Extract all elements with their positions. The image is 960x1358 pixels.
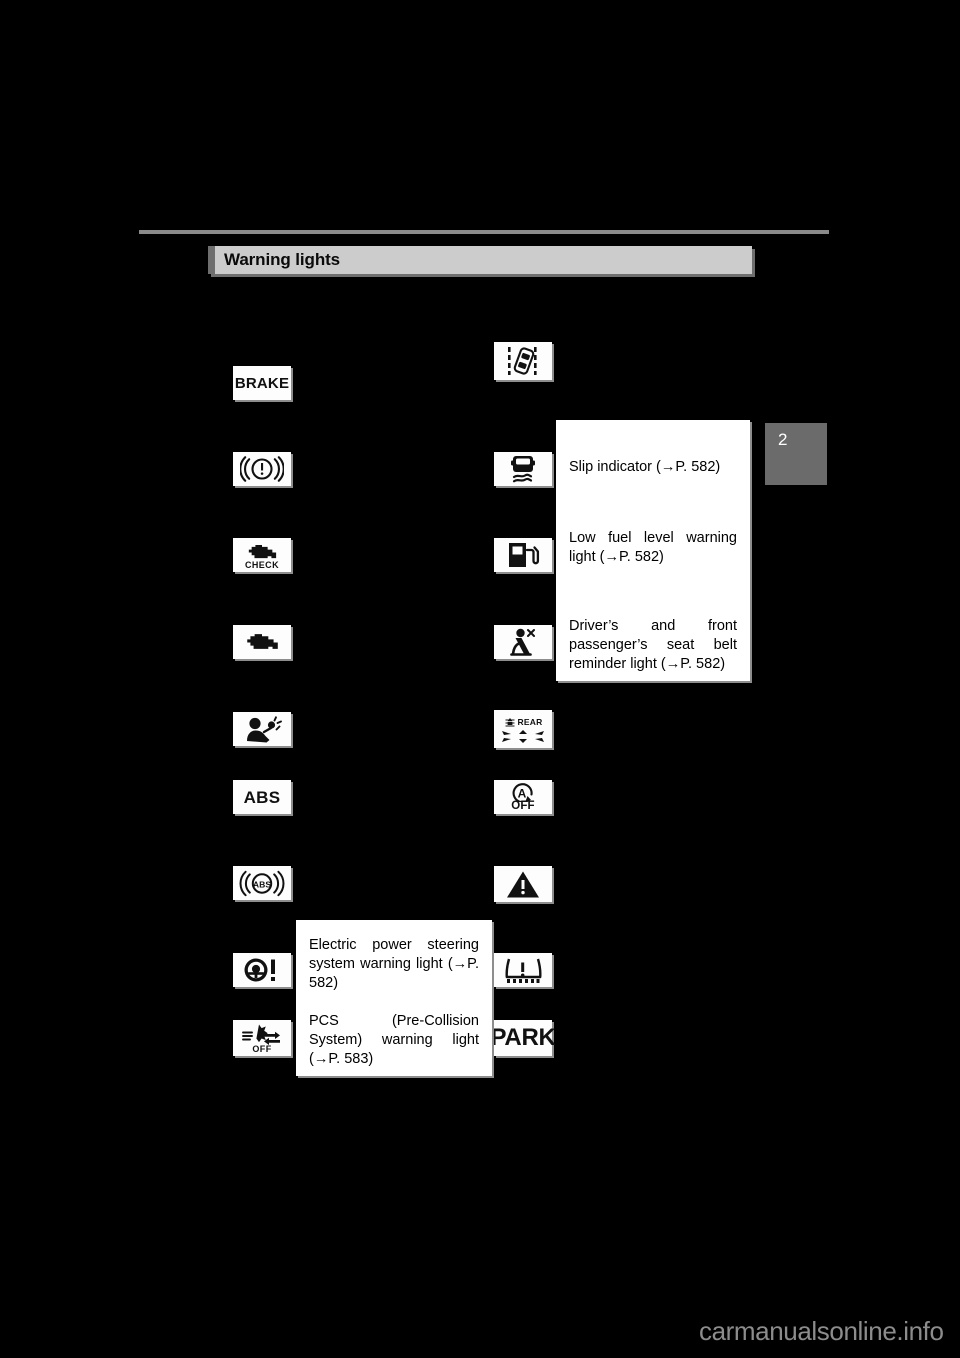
park-indicator-light-icon: PARK [490,1020,556,1056]
check-engine-light-icon: CHECK [233,538,291,572]
slip-indicator-light-icon [494,452,552,486]
svg-text:A: A [518,787,527,801]
brake-icon-label: BRAKE [234,374,290,392]
abs-label: ABS [243,787,281,807]
electric-power-steering-warning-light-icon [233,953,291,987]
page-title: Warning lights [224,250,341,269]
section-header-banner: Warning lights [208,246,752,274]
pcs-description: PCS (Pre-Collision System) warning light… [309,1013,479,1067]
rear-fog-light-indicator-icon: REAR [494,710,552,748]
engine-block-glyph [247,634,278,649]
tire-pressure-warning-light-icon [494,953,552,987]
rear-fog-rays-glyph [502,729,544,743]
tire-pressure-glyph [505,958,542,983]
brake-warning-circle-light-icon [233,452,291,486]
abs-circle-warning-light-icon: ABS [233,866,291,900]
site-watermark: carmanualsonline.info [699,1316,944,1346]
abs-circle-glyph: ABS [239,870,285,896]
check-label: CHECK [244,559,279,570]
pcs-pre-collision-system-off-light-icon: OFF [233,1020,291,1056]
header-rule [139,230,829,234]
park-label: PARK [490,1024,556,1051]
pcs-collision-glyph [242,1024,280,1045]
slip-car-glyph [511,456,535,483]
low-fuel-description: Low fuel level warning light (→P. 582) [569,530,737,565]
steering-wheel-glyph [244,958,275,982]
low-fuel-level-warning-light-icon [494,538,552,572]
banner-accent-bar [208,246,215,274]
manual-page: Warning lights 2 BRAKE CHECK ABS ABS OFF… [0,0,960,1358]
master-warning-light-icon [494,866,552,902]
right-description-box: Slip indicator (→P. 582) Low fuel level … [556,420,750,681]
chapter-tab: 2 [765,423,827,485]
rear-label: REAR [517,717,543,728]
auto-stop-off-label: OFF [511,800,535,813]
brake-circle-glyph [240,456,284,482]
brake-system-warning-light-icon: BRAKE [233,366,291,400]
chapter-number: 2 [778,430,788,449]
slip-indicator-description: Slip indicator (→P. 582) [569,459,721,475]
pcs-off-label: OFF [252,1044,272,1054]
seat-belt-reminder-description: Driver’s and front passenger’s seat belt… [569,618,737,672]
seat-belt-reminder-light-icon [494,625,552,659]
abs-text-warning-light-icon: ABS [233,780,291,814]
fuel-pump-glyph [509,543,540,567]
engine-malfunction-light-icon [233,625,291,659]
fog-lamp-glyph [505,717,515,726]
seatbelt-person-glyph [510,628,535,656]
auto-stop-a-glyph: A [512,783,533,803]
warning-triangle-glyph [507,871,539,897]
airbag-glyph [247,715,282,742]
auto-stop-start-off-light-icon: A OFF [494,780,552,814]
left-description-box: Electric power steering system warning l… [296,920,492,1076]
lane-departure-alert-light-icon [494,342,552,380]
srs-airbag-warning-light-icon [233,712,291,746]
lane-departure-glyph [508,347,537,375]
svg-text:ABS: ABS [253,879,271,889]
engine-block-glyph [248,544,277,558]
eps-description: Electric power steering system warning l… [309,937,479,991]
